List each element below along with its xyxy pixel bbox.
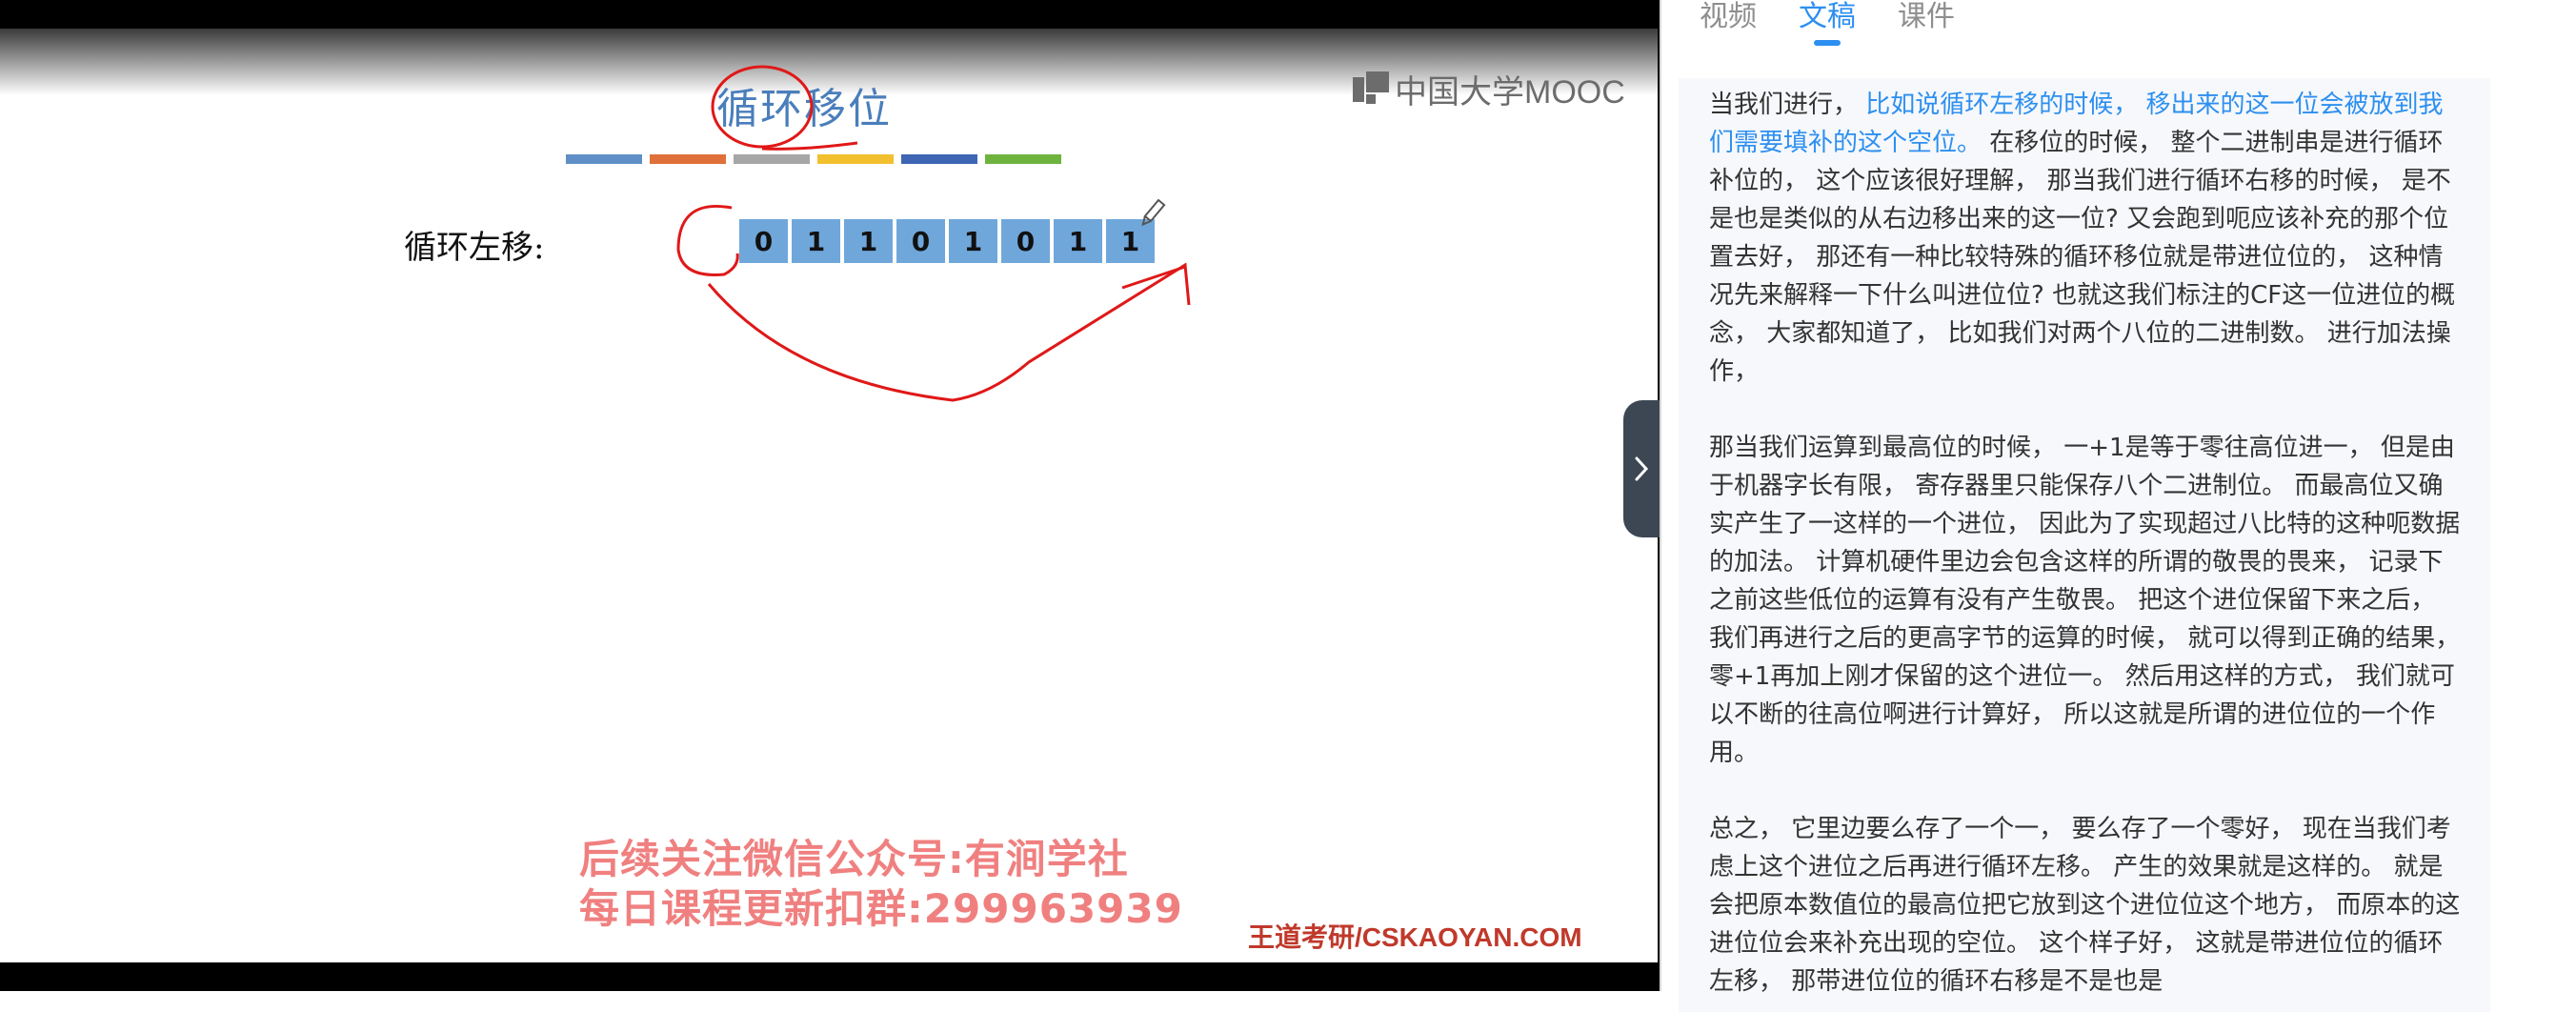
tab-transcript[interactable]: 文稿 [1799,0,1856,46]
wrap-arrow-annotation [707,262,1191,402]
tab-video[interactable]: 视频 [1700,0,1757,46]
side-panel: 视频 文稿 课件 当我们进行， 比如说循环左移的时候， 移出来的这一位会被放到我… [1660,0,2576,1012]
panel-tabs: 视频 文稿 课件 [1700,0,1955,46]
pen-annotations [676,65,1191,402]
tab-video-label: 视频 [1700,0,1757,33]
tab-courseware[interactable]: 课件 [1898,0,1955,46]
lecture-slide: 中国大学MOOC 循环移位 循环左移: 0 1 1 0 1 0 1 1 后续关注… [0,29,1658,962]
title-circle-annotation [711,65,814,149]
footer-brand: 王道考研/CSKAOYAN.COM [1248,922,1582,952]
tab-transcript-label: 文稿 [1799,0,1856,33]
transcript-text: 总之， 它里边要么存了一个一， 要么存了一个零好， 现在当我们考虑上这个进位之后… [1709,815,2461,996]
transcript-text: 在移位的时候， 整个二进制串是进行循环补位的， 这个应该很好理解， 那当我们进行… [1709,129,2456,386]
panel-toggle-button[interactable] [1623,400,1660,537]
empty-slot-circle-annotation [676,205,739,276]
active-tab-indicator [1814,40,1841,46]
video-player[interactable]: 中国大学MOOC 循环移位 循环左移: 0 1 1 0 1 0 1 1 后续关注… [0,0,1660,991]
transcript-paragraph[interactable]: 当我们进行， 比如说循环左移的时候， 移出来的这一位会被放到我们需要填补的这个空… [1709,86,2465,391]
transcript-prefix: 当我们进行， [1709,91,1859,119]
pencil-icon [1141,198,1166,227]
chevron-right-icon [1635,456,1649,481]
transcript-list[interactable]: 当我们进行， 比如说循环左移的时候， 移出来的这一位会被放到我们需要填补的这个空… [1679,78,2490,1012]
transcript-paragraph[interactable]: 那当我们运算到最高位的时候， 一+1是等于零往高位进一， 但是由于机器字长有限，… [1709,429,2465,772]
tab-courseware-label: 课件 [1898,0,1955,33]
watermark-line-2: 每日课程更新扣群:299963939 [579,885,1183,932]
transcript-text: 那当我们运算到最高位的时候， 一+1是等于零往高位进一， 但是由于机器字长有限，… [1709,434,2461,767]
transcript-paragraph[interactable]: 总之， 它里边要么存了一个一， 要么存了一个零好， 现在当我们考虑上这个进位之后… [1709,810,2465,1001]
